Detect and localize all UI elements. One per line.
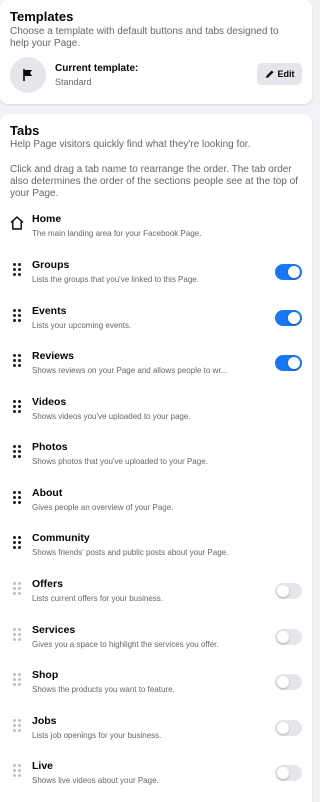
tab-description: Shows photos that you've uploaded to you…: [32, 457, 208, 466]
tab-row-groups[interactable]: Groups Lists the groups that you've linke…: [0, 259, 312, 295]
tab-row-offers[interactable]: Offers Lists current offers for your busi…: [0, 578, 312, 614]
tabs-instructions: Click and drag a tab name to rearrange t…: [10, 164, 298, 199]
tab-name: Reviews: [32, 350, 75, 362]
tab-description: Shows the products you want to feature.: [32, 685, 175, 694]
drag-handle-icon[interactable]: [9, 626, 25, 642]
tab-row-services[interactable]: Services Gives you a space to highlight t…: [0, 624, 312, 660]
templates-card: Templates Choose a template with default…: [0, 0, 312, 104]
tab-row-events[interactable]: Events Lists your upcoming events.: [0, 305, 312, 341]
tab-name: Community: [32, 532, 90, 544]
drag-handle-icon[interactable]: [9, 671, 25, 687]
toggle-knob: [277, 767, 289, 779]
tab-visibility-toggle[interactable]: [275, 720, 302, 736]
tab-visibility-toggle[interactable]: [275, 765, 302, 781]
tab-name: Shop: [32, 669, 59, 681]
tab-name: Photos: [32, 441, 68, 453]
tab-name: Home: [32, 213, 62, 225]
current-template-value: Standard: [55, 77, 92, 87]
edit-button-label: Edit: [277, 69, 295, 79]
tab-row-community[interactable]: Community Shows friends' posts and public…: [0, 532, 312, 568]
tabs-intro: Help Page visitors quickly find what the…: [10, 139, 251, 150]
tab-description: The main landing area for your Facebook …: [32, 229, 202, 238]
tab-description: Lists your upcoming events.: [32, 321, 132, 330]
drag-handle-icon[interactable]: [9, 489, 25, 505]
template-avatar: [10, 57, 46, 93]
current-template-label: Current template:: [55, 63, 139, 74]
toggle-knob: [277, 631, 289, 643]
tab-name: Events: [32, 305, 67, 317]
drag-handle-icon[interactable]: [9, 261, 25, 277]
tab-description: Shows reviews on your Page and allows pe…: [32, 366, 228, 375]
tab-description: Gives people an overview of your Page.: [32, 503, 174, 512]
tab-description: Shows live videos about your Page.: [32, 776, 159, 785]
toggle-knob: [277, 722, 289, 734]
tabs-card: Tabs Help Page visitors quickly find wha…: [0, 114, 312, 802]
tab-description: Lists job openings for your business.: [32, 731, 162, 740]
tab-name: Videos: [32, 396, 67, 408]
tab-row-reviews[interactable]: Reviews Shows reviews on your Page and al…: [0, 350, 312, 386]
tab-name: Groups: [32, 259, 70, 271]
tab-row-home[interactable]: Home The main landing area for your Faceb…: [0, 213, 312, 249]
tab-visibility-toggle[interactable]: [275, 629, 302, 645]
drag-handle-icon[interactable]: [9, 443, 25, 459]
flag-icon: [23, 69, 32, 81]
home-icon: [9, 215, 25, 231]
toggle-knob: [277, 676, 289, 688]
tab-visibility-toggle[interactable]: [275, 310, 302, 326]
tab-row-jobs[interactable]: Jobs Lists job openings for your business…: [0, 715, 312, 751]
toggle-knob: [288, 312, 300, 324]
tab-name: Services: [32, 624, 76, 636]
tab-name: About: [32, 487, 63, 499]
tab-visibility-toggle[interactable]: [275, 674, 302, 690]
tab-name: Jobs: [32, 715, 57, 727]
tab-description: Lists the groups that you've linked to t…: [32, 275, 199, 284]
drag-handle-icon[interactable]: [9, 762, 25, 778]
drag-handle-icon[interactable]: [9, 534, 25, 550]
tab-visibility-toggle[interactable]: [275, 583, 302, 599]
tab-description: Shows friends' posts and public posts ab…: [32, 548, 229, 557]
tab-description: Shows videos you've uploaded to your pag…: [32, 412, 191, 421]
drag-handle-icon[interactable]: [9, 717, 25, 733]
drag-handle-icon[interactable]: [9, 398, 25, 414]
toggle-knob: [288, 357, 300, 369]
tabs-title: Tabs: [10, 123, 40, 138]
toggle-knob: [288, 266, 300, 278]
toggle-knob: [277, 585, 289, 597]
tab-name: Offers: [32, 578, 63, 590]
tab-row-videos[interactable]: Videos Shows videos you've uploaded to yo…: [0, 396, 312, 432]
tab-row-live[interactable]: Live Shows live videos about your Page.: [0, 760, 312, 796]
tab-name: Live: [32, 760, 54, 772]
tab-row-photos[interactable]: Photos Shows photos that you've uploaded …: [0, 441, 312, 477]
pencil-icon: [265, 70, 273, 78]
drag-handle-icon[interactable]: [9, 307, 25, 323]
tab-row-about[interactable]: About Gives people an overview of your Pa…: [0, 487, 312, 523]
templates-description: Choose a template with default buttons a…: [10, 26, 279, 49]
tab-row-shop[interactable]: Shop Shows the products you want to featu…: [0, 669, 312, 705]
drag-handle-icon[interactable]: [9, 352, 25, 368]
tab-description: Gives you a space to highlight the servi…: [32, 640, 219, 649]
templates-title: Templates: [10, 9, 74, 24]
edit-template-button[interactable]: Edit: [257, 63, 302, 85]
drag-handle-icon[interactable]: [9, 580, 25, 596]
tab-visibility-toggle[interactable]: [275, 355, 302, 371]
tab-visibility-toggle[interactable]: [275, 264, 302, 280]
tab-description: Lists current offers for your business.: [32, 594, 164, 603]
